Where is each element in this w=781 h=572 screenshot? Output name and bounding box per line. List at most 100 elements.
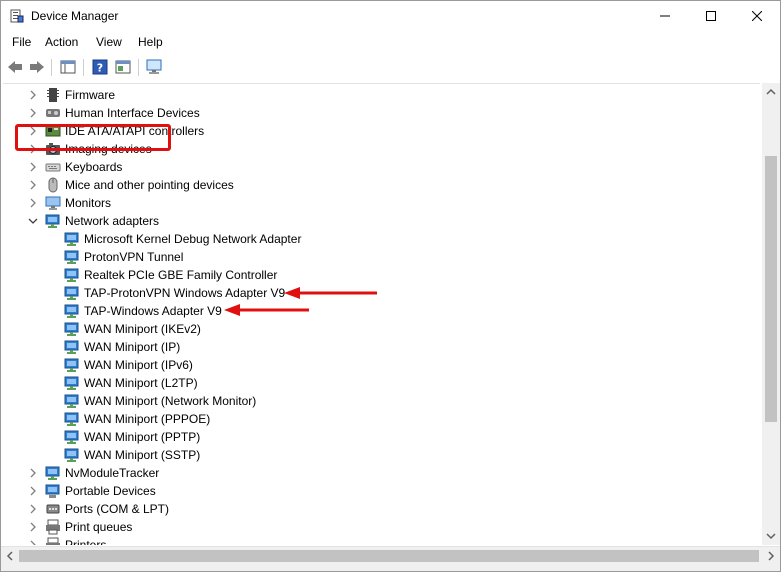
device-wan-miniport-network-monitor[interactable]: WAN Miniport (Network Monitor) — [3, 392, 743, 410]
category-monitors[interactable]: Monitors — [3, 194, 743, 212]
device-label: Microsoft Kernel Debug Network Adapter — [84, 232, 302, 246]
category-firmware[interactable]: Firmware — [3, 86, 743, 104]
forward-arrow-icon — [30, 61, 44, 73]
category-network-adapters[interactable]: Network adapters — [3, 212, 743, 230]
maximize-button[interactable] — [688, 1, 734, 31]
network-adapter-icon — [64, 357, 80, 373]
scroll-down-icon — [766, 533, 776, 540]
expand-toggle[interactable] — [27, 89, 39, 101]
expand-toggle[interactable] — [27, 485, 39, 497]
menu-help[interactable]: Help — [138, 35, 163, 49]
horizontal-scrollbar-thumb[interactable] — [19, 550, 759, 562]
network-adapter-icon — [64, 339, 80, 355]
device-tap-windows-adapter-v9[interactable]: TAP-Windows Adapter V9 — [3, 302, 743, 320]
expand-toggle[interactable] — [27, 179, 39, 191]
device-label: WAN Miniport (IP) — [84, 340, 181, 354]
port-icon — [45, 501, 61, 517]
mouse-icon — [45, 177, 61, 193]
network-adapter-icon — [64, 429, 80, 445]
close-button[interactable] — [734, 1, 780, 31]
svg-text:?: ? — [97, 62, 103, 75]
chevron-right-icon — [30, 468, 36, 478]
category-portable-devices[interactable]: Portable Devices — [3, 482, 743, 500]
scroll-up-icon — [766, 88, 776, 95]
expand-toggle[interactable] — [27, 467, 39, 479]
window-title: Device Manager — [31, 9, 119, 23]
back-arrow-icon — [8, 61, 22, 73]
menu-action[interactable]: Action — [45, 35, 78, 49]
category-mice-and-other-pointing-devices[interactable]: Mice and other pointing devices — [3, 176, 743, 194]
monitor-icon — [45, 195, 61, 211]
vertical-scrollbar-thumb[interactable] — [765, 156, 777, 422]
chevron-right-icon — [30, 486, 36, 496]
expand-toggle[interactable] — [27, 521, 39, 533]
horizontal-scrollbar[interactable] — [1, 546, 780, 564]
chevron-right-icon — [30, 108, 36, 118]
expand-toggle[interactable] — [27, 539, 39, 545]
network-adapter-icon — [64, 447, 80, 463]
properties-button[interactable] — [113, 58, 133, 76]
device-label: Firmware — [65, 88, 115, 102]
category-ports-com-lpt[interactable]: Ports (COM & LPT) — [3, 500, 743, 518]
device-microsoft-kernel-debug-network-adapter[interactable]: Microsoft Kernel Debug Network Adapter — [3, 230, 743, 248]
category-nvmoduletracker[interactable]: NvModuleTracker — [3, 464, 743, 482]
print-queue-icon — [45, 519, 61, 535]
chevron-right-icon — [30, 90, 36, 100]
expand-toggle[interactable] — [27, 197, 39, 209]
device-label: WAN Miniport (L2TP) — [84, 376, 198, 390]
device-wan-miniport-l2tp[interactable]: WAN Miniport (L2TP) — [3, 374, 743, 392]
device-label: Ports (COM & LPT) — [65, 502, 170, 516]
help-button[interactable]: ? — [90, 58, 110, 76]
device-wan-miniport-ipv6[interactable]: WAN Miniport (IPv6) — [3, 356, 743, 374]
vertical-scrollbar[interactable] — [762, 83, 780, 545]
chevron-right-icon — [30, 522, 36, 532]
device-label: Network adapters — [65, 214, 160, 228]
device-realtek-pcie-gbe-family-controller[interactable]: Realtek PCIe GBE Family Controller — [3, 266, 743, 284]
expand-toggle[interactable] — [27, 107, 39, 119]
scan-hardware-changes-button[interactable] — [144, 58, 164, 76]
device-label: TAP-Windows Adapter V9 — [84, 304, 222, 318]
menu-bar: File Action View Help — [1, 32, 780, 54]
device-label: Mice and other pointing devices — [65, 178, 234, 192]
help-icon: ? — [92, 59, 108, 75]
category-printers[interactable]: Printers — [3, 536, 743, 545]
keyboard-icon — [45, 159, 61, 175]
device-label: Keyboards — [65, 160, 123, 174]
network-adapter-icon — [64, 303, 80, 319]
device-wan-miniport-sstp[interactable]: WAN Miniport (SSTP) — [3, 446, 743, 464]
network-adapter-icon — [45, 213, 61, 229]
back-button[interactable] — [5, 58, 25, 76]
menu-file[interactable]: File — [12, 35, 31, 49]
menu-view[interactable]: View — [96, 35, 122, 49]
expand-toggle[interactable] — [27, 503, 39, 515]
network-adapter-icon — [64, 321, 80, 337]
device-label: NvModuleTracker — [65, 466, 160, 480]
network-adapter-icon — [64, 231, 80, 247]
show-hide-console-tree-button[interactable] — [58, 58, 78, 76]
device-wan-miniport-pptp[interactable]: WAN Miniport (PPTP) — [3, 428, 743, 446]
scroll-right-icon — [768, 551, 775, 561]
hid-icon — [45, 105, 61, 121]
device-protonvpn-tunnel[interactable]: ProtonVPN Tunnel — [3, 248, 743, 266]
chevron-right-icon — [30, 504, 36, 514]
network-adapter-icon — [64, 411, 80, 427]
network-adapter-icon — [64, 267, 80, 283]
category-print-queues[interactable]: Print queues — [3, 518, 743, 536]
expand-toggle[interactable] — [27, 161, 39, 173]
minimize-button[interactable] — [642, 1, 688, 31]
device-wan-miniport-pppoe[interactable]: WAN Miniport (PPPOE) — [3, 410, 743, 428]
toolbar: ? — [1, 55, 780, 80]
scroll-left-icon — [6, 551, 13, 561]
device-manager-app-icon — [10, 9, 24, 23]
chevron-down-icon — [28, 218, 38, 224]
category-keyboards[interactable]: Keyboards — [3, 158, 743, 176]
collapse-toggle[interactable] — [27, 215, 39, 227]
device-wan-miniport-ikev2[interactable]: WAN Miniport (IKEv2) — [3, 320, 743, 338]
device-label: Human Interface Devices — [65, 106, 200, 120]
device-label: Realtek PCIe GBE Family Controller — [84, 268, 278, 282]
forward-button[interactable] — [27, 58, 47, 76]
device-wan-miniport-ip[interactable]: WAN Miniport (IP) — [3, 338, 743, 356]
device-label: WAN Miniport (PPPOE) — [84, 412, 211, 426]
category-human-interface-devices[interactable]: Human Interface Devices — [3, 104, 743, 122]
device-tap-protonvpn-windows-adapter-v9[interactable]: TAP-ProtonVPN Windows Adapter V9 — [3, 284, 743, 302]
